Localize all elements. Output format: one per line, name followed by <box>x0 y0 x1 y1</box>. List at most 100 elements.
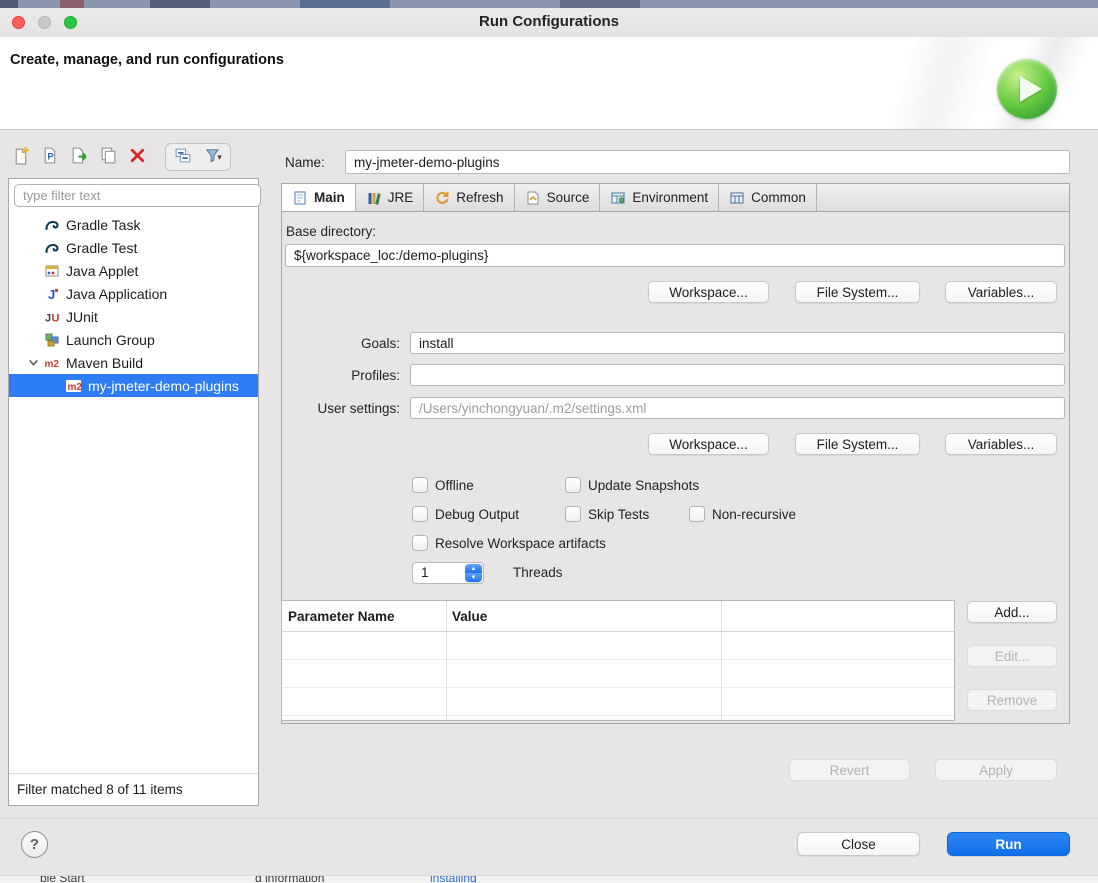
tree-item-label: Launch Group <box>66 332 155 348</box>
threads-stepper[interactable]: 1 ▲ ▼ <box>412 562 484 584</box>
apply-button[interactable]: Apply <box>935 759 1057 781</box>
revert-button[interactable]: Revert <box>789 759 910 781</box>
debug-output-checkbox[interactable]: Debug Output <box>412 505 519 523</box>
stepper-up-icon[interactable]: ▲ <box>465 564 482 573</box>
stepper-buttons[interactable]: ▲ ▼ <box>465 564 482 582</box>
file-system-button-settings[interactable]: File System... <box>795 433 920 455</box>
variables-button-settings[interactable]: Variables... <box>945 433 1057 455</box>
parameter-name-column-header: Parameter Name <box>288 609 395 624</box>
close-button[interactable]: Close <box>797 832 920 856</box>
tree-item-maven-build[interactable]: m2 Maven Build <box>9 351 258 374</box>
tree-item-java-applet[interactable]: Java Applet <box>9 259 258 282</box>
tree-item-label: Gradle Test <box>66 240 137 256</box>
checkbox-icon <box>412 535 428 551</box>
tab-bar: Main JRE Refresh Source Environment <box>282 184 1069 212</box>
java-applet-icon <box>44 263 60 279</box>
junit-icon: JU <box>44 309 60 325</box>
add-parameter-button[interactable]: Add... <box>967 601 1057 623</box>
checkbox-icon <box>565 477 581 493</box>
tab-environment[interactable]: Environment <box>600 184 719 211</box>
row-divider <box>282 687 954 688</box>
workspace-button-base[interactable]: Workspace... <box>648 281 769 303</box>
new-prototype-button[interactable]: P <box>39 145 61 169</box>
skip-tests-checkbox[interactable]: Skip Tests <box>565 505 649 523</box>
run-button[interactable]: Run <box>947 832 1070 856</box>
chevron-down-icon[interactable] <box>22 357 44 368</box>
tree-item-label: Java Application <box>66 286 167 302</box>
maven-m2-icon: m2 <box>44 355 60 371</box>
background-window-bottom-strip: ble Start d information installing <box>0 875 1098 883</box>
stepper-down-icon[interactable]: ▼ <box>465 573 482 582</box>
new-configuration-button[interactable] <box>10 145 32 169</box>
name-label: Name: <box>285 155 325 170</box>
help-button[interactable]: ? <box>21 831 48 858</box>
filter-menu-button[interactable]: ▾ <box>202 145 224 169</box>
configuration-form: Name: Main JRE Refresh Source <box>270 140 1087 806</box>
copy-icon <box>99 146 118 168</box>
parameters-table-header: Parameter Name Value <box>282 601 954 632</box>
tab-label: Source <box>547 190 590 205</box>
file-system-button-base[interactable]: File System... <box>795 281 920 303</box>
goals-label: Goals: <box>336 336 400 351</box>
tree-item-launch-group[interactable]: Launch Group <box>9 328 258 351</box>
checkbox-label: Update Snapshots <box>588 478 699 493</box>
tree-item-gradle-task[interactable]: Gradle Task <box>9 213 258 236</box>
tab-refresh[interactable]: Refresh <box>424 184 514 211</box>
maven-m2-icon: m2 <box>66 378 82 394</box>
workspace-button-settings[interactable]: Workspace... <box>648 433 769 455</box>
play-triangle-icon <box>1020 76 1042 102</box>
background-text-fragment: d information <box>255 875 324 883</box>
user-settings-input[interactable] <box>410 397 1065 419</box>
non-recursive-checkbox[interactable]: Non-recursive <box>689 505 796 523</box>
base-directory-input[interactable] <box>285 244 1065 267</box>
duplicate-configuration-button[interactable] <box>97 145 119 169</box>
banner-title: Create, manage, and run configurations <box>10 52 284 68</box>
configurations-panel: Gradle Task Gradle Test Java Applet J Ja… <box>8 178 259 806</box>
svg-text:J: J <box>45 312 51 324</box>
background-link-fragment: installing <box>430 875 477 883</box>
offline-checkbox[interactable]: Offline <box>412 476 474 494</box>
tree-item-junit[interactable]: JU JUnit <box>9 305 258 328</box>
run-configurations-dialog: Run Configurations Create, manage, and r… <box>0 0 1098 883</box>
user-settings-label: User settings: <box>288 401 400 416</box>
checkbox-label: Skip Tests <box>588 507 649 522</box>
row-divider <box>282 659 954 660</box>
profiles-label: Profiles: <box>320 368 400 383</box>
tab-main[interactable]: Main <box>282 184 356 211</box>
row-divider <box>282 715 954 716</box>
chevron-down-icon: ▾ <box>217 152 222 163</box>
java-application-icon: J <box>44 286 60 302</box>
remove-parameter-button[interactable]: Remove <box>967 689 1057 711</box>
tree-item-gradle-test[interactable]: Gradle Test <box>9 236 258 259</box>
goals-input[interactable] <box>410 332 1065 354</box>
footer-divider <box>0 818 1098 819</box>
tree-item-my-jmeter-demo-plugins[interactable]: m2 my-jmeter-demo-plugins <box>9 374 258 397</box>
tab-common[interactable]: Common <box>719 184 817 211</box>
tab-source[interactable]: Source <box>515 184 601 211</box>
svg-text:m2: m2 <box>45 359 60 370</box>
svg-text:m2: m2 <box>68 382 83 393</box>
common-tab-icon <box>729 190 745 206</box>
tree-item-java-application[interactable]: J Java Application <box>9 282 258 305</box>
resolve-workspace-artifacts-checkbox[interactable]: Resolve Workspace artifacts <box>412 534 606 552</box>
source-tab-icon <box>525 190 541 206</box>
export-configuration-button[interactable] <box>68 145 90 169</box>
background-window-top-strip <box>0 0 1098 8</box>
refresh-tab-icon <box>434 190 450 206</box>
tab-jre[interactable]: JRE <box>356 184 425 211</box>
filter-input[interactable] <box>14 184 261 207</box>
window-title: Run Configurations <box>0 13 1098 30</box>
profiles-input[interactable] <box>410 364 1065 386</box>
variables-button-base[interactable]: Variables... <box>945 281 1057 303</box>
delete-configuration-button[interactable] <box>126 145 148 169</box>
configurations-tree: Gradle Task Gradle Test Java Applet J Ja… <box>9 213 258 773</box>
tree-item-label: Maven Build <box>66 355 143 371</box>
launch-group-icon <box>44 332 60 348</box>
collapse-all-button[interactable] <box>172 145 194 169</box>
update-snapshots-checkbox[interactable]: Update Snapshots <box>565 476 699 494</box>
tab-label: JRE <box>388 190 414 205</box>
parameters-table[interactable]: Parameter Name Value <box>281 600 955 721</box>
name-input[interactable] <box>345 150 1070 174</box>
edit-parameter-button[interactable]: Edit... <box>967 645 1057 667</box>
new-prototype-icon: P <box>41 146 60 168</box>
